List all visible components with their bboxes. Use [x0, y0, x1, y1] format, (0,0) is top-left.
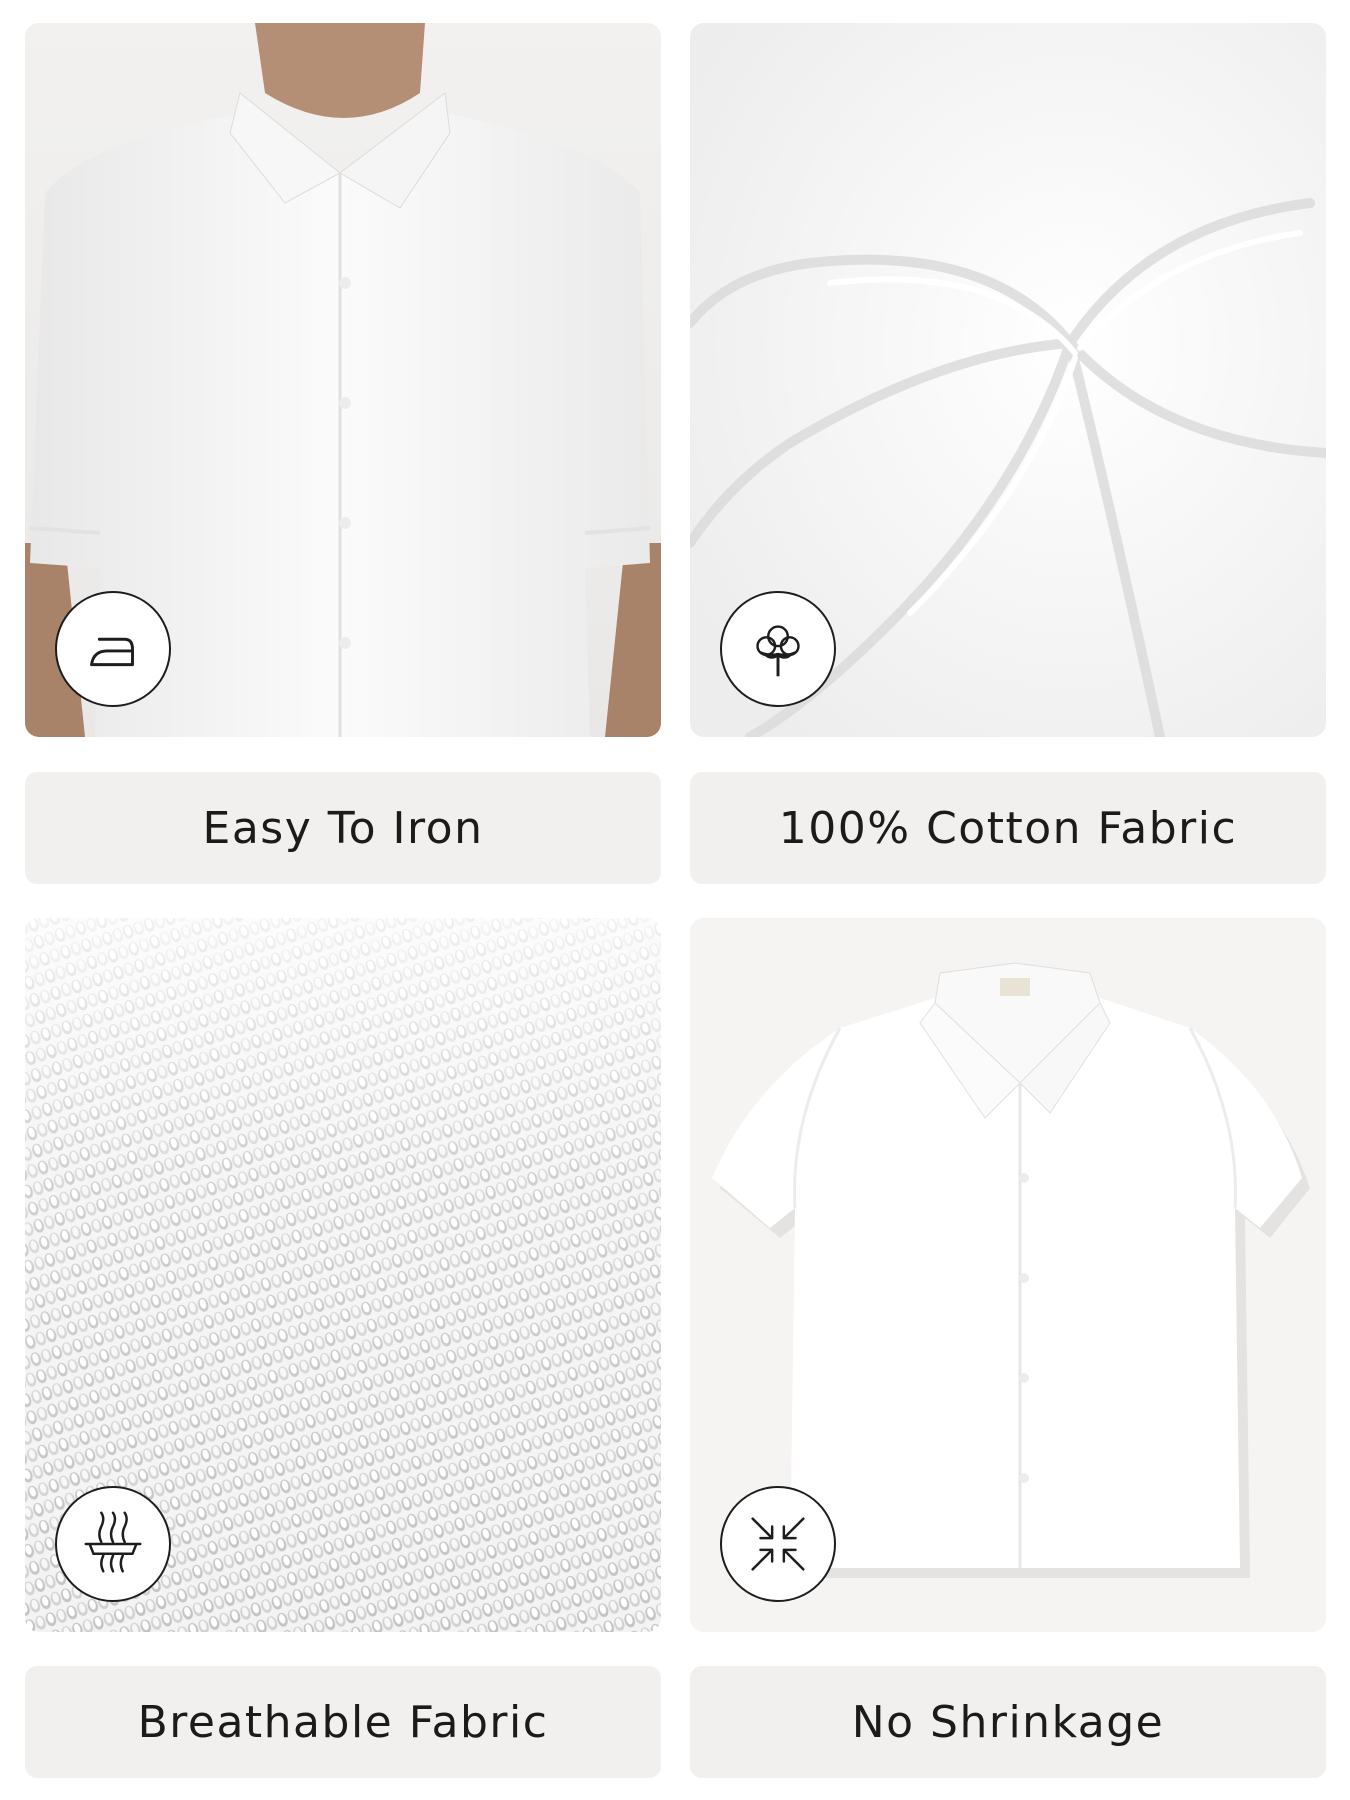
- fabric-swirl-photo: [690, 23, 1326, 737]
- iron-icon: [55, 591, 171, 707]
- feature-label: No Shrinkage: [851, 1696, 1165, 1748]
- feature-label-box: 100% Cotton Fabric: [690, 772, 1326, 884]
- feature-label: Easy To Iron: [202, 802, 484, 854]
- fabric-weave-photo: [25, 918, 661, 1632]
- no-shrink-arrows-icon: [720, 1486, 836, 1602]
- feature-label-box: Breathable Fabric: [25, 1666, 661, 1778]
- flatlay-shirt-photo: [690, 918, 1326, 1632]
- feature-label-box: No Shrinkage: [690, 1666, 1326, 1778]
- model-shirt-photo: [25, 23, 661, 737]
- breathable-fabric-icon: [55, 1486, 171, 1602]
- feature-label: 100% Cotton Fabric: [778, 802, 1238, 854]
- cotton-flower-icon: [720, 591, 836, 707]
- feature-label: Breathable Fabric: [137, 1696, 549, 1748]
- feature-label-box: Easy To Iron: [25, 772, 661, 884]
- feature-grid: Easy To Iron 100% Cotton Fabric Breathab…: [0, 0, 1350, 1800]
